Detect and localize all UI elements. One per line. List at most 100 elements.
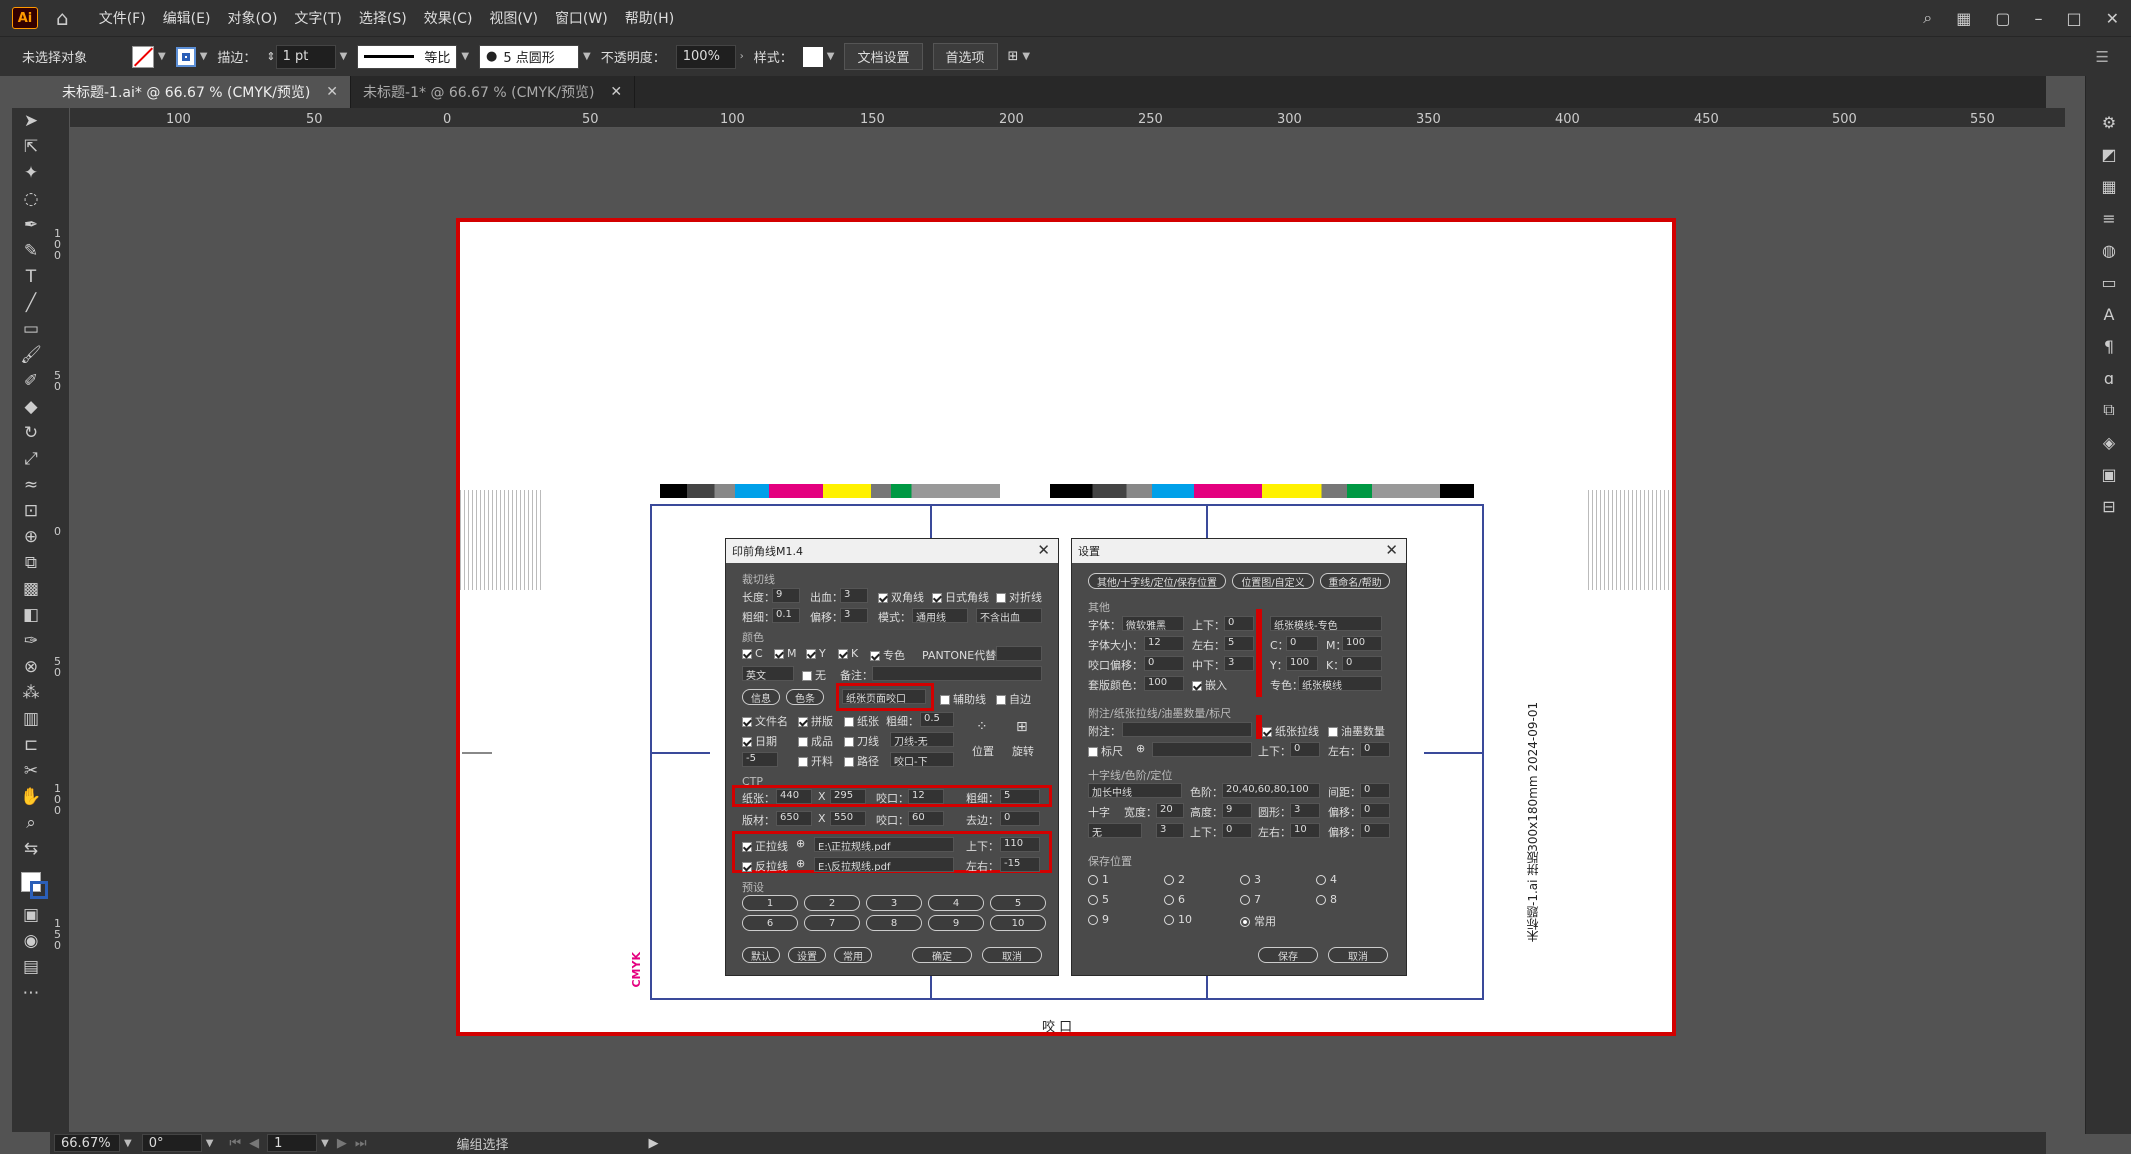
preset-button[interactable]: 2	[804, 895, 860, 911]
swap-colors-icon[interactable]: ⇆	[12, 836, 50, 862]
paper-height-input[interactable]: 295	[830, 789, 866, 804]
style-swatch[interactable]	[802, 46, 823, 67]
preset-button[interactable]: 5	[990, 895, 1046, 911]
thickness-input[interactable]: 0.1	[772, 608, 800, 623]
artboard-tool-icon[interactable]: ⊏	[12, 732, 50, 758]
pantone-input[interactable]	[996, 646, 1042, 661]
preset-button[interactable]: 3	[866, 895, 922, 911]
plate-height-input[interactable]: 550	[830, 811, 866, 826]
close-icon[interactable]: ✕	[2106, 9, 2119, 28]
next-page-icon[interactable]: ▶	[337, 1136, 347, 1151]
properties-icon[interactable]: ⚙	[2086, 106, 2131, 138]
free-transform-icon[interactable]: ⊡	[12, 498, 50, 524]
character-icon[interactable]: A	[2086, 298, 2131, 330]
width-input[interactable]: 20	[1156, 803, 1184, 818]
add-icon[interactable]: ⊕	[796, 837, 805, 850]
selection-tool-icon[interactable]: ➤	[12, 108, 50, 134]
menu-select[interactable]: 选择(S)	[359, 8, 407, 28]
opacity-input[interactable]: 100%	[675, 44, 736, 69]
embed-checkbox[interactable]: 嵌入	[1192, 677, 1227, 693]
ruler-checkbox[interactable]: 标尺	[1088, 743, 1123, 759]
m-input[interactable]: 100	[1342, 636, 1382, 651]
height-input[interactable]: 9	[1222, 803, 1252, 818]
direct-selection-tool-icon[interactable]: ⇱	[12, 134, 50, 160]
scale-tool-icon[interactable]: ⤢	[12, 446, 50, 472]
registration-color-input[interactable]: 100	[1144, 676, 1184, 691]
negative-pull-path-input[interactable]: E:\反拉规线.pdf	[814, 857, 954, 872]
hand-tool-icon[interactable]: ✋	[12, 784, 50, 810]
bite-position-select[interactable]: 咬口-下	[890, 752, 954, 767]
thickness-input[interactable]: 5	[1000, 789, 1040, 804]
menu-view[interactable]: 视图(V)	[489, 8, 538, 28]
chevron-down-icon[interactable]: ▼	[827, 51, 835, 62]
save-button[interactable]: 保存	[1258, 947, 1318, 963]
warp-tool-icon[interactable]: ≈	[12, 472, 50, 498]
libraries-icon[interactable]: ◩	[2086, 138, 2131, 170]
mode-select[interactable]: 通用线	[912, 608, 968, 623]
bite-offset-input[interactable]: 0	[1144, 656, 1184, 671]
line-tool-icon[interactable]: ╱	[12, 290, 50, 316]
menu-file[interactable]: 文件(F)	[99, 8, 146, 28]
chevron-right-icon[interactable]: ▶	[649, 1136, 659, 1151]
filename-checkbox[interactable]: 文件名	[742, 713, 788, 729]
shape-builder-icon[interactable]: ⊕	[12, 524, 50, 550]
save-slot-radio[interactable]: 5	[1088, 893, 1109, 906]
levels-input[interactable]: 20,40,60,80,100	[1222, 783, 1320, 798]
left-right-input[interactable]: 0	[1360, 742, 1390, 757]
menu-help[interactable]: 帮助(H)	[625, 8, 674, 28]
save-slot-radio[interactable]: 10	[1164, 913, 1192, 926]
image-trace-icon[interactable]: ▣	[2086, 458, 2131, 490]
bleed-input[interactable]: 3	[840, 588, 868, 603]
up-down-input[interactable]: 0	[1290, 742, 1320, 757]
arrange-icon[interactable]: ⊞ ▼	[1008, 49, 1031, 64]
note-input[interactable]	[1122, 722, 1252, 737]
search-icon[interactable]: ⌕	[1923, 8, 1932, 28]
preset-button[interactable]: 6	[742, 915, 798, 931]
language-select[interactable]: 英文	[742, 666, 794, 681]
slice-tool-icon[interactable]: ✂	[12, 758, 50, 784]
chevron-down-icon[interactable]: ▼	[124, 1138, 132, 1149]
y-input[interactable]: 100	[1286, 656, 1318, 671]
rotate-icon[interactable]: ⊞	[1016, 719, 1028, 735]
draw-mode-icon[interactable]: ◉	[12, 928, 50, 954]
close-icon[interactable]: ✕	[610, 84, 622, 100]
lasso-icon[interactable]: ◌	[12, 186, 50, 212]
appearance-icon[interactable]: ◍	[2086, 234, 2131, 266]
positive-pull-checkbox[interactable]: 正拉线	[742, 838, 788, 854]
perspective-grid-icon[interactable]: ⧉	[12, 550, 50, 576]
tab-rename-help[interactable]: 重命名/帮助	[1320, 573, 1390, 589]
note-input[interactable]	[872, 666, 1042, 681]
stroke-swatch[interactable]	[175, 46, 196, 67]
rotate-view-input[interactable]: 0°	[141, 1134, 202, 1152]
glyphs-icon[interactable]: ɑ	[2086, 362, 2131, 394]
magic-wand-icon[interactable]: ✦	[12, 160, 50, 186]
ink-count-checkbox[interactable]: 油墨数量	[1328, 723, 1385, 739]
offset-input[interactable]: 0	[1360, 803, 1390, 818]
chevron-right-icon[interactable]: ›	[740, 51, 744, 62]
tab-document-1[interactable]: 未标题-1.ai* @ 66.67 % (CMYK/预览) ✕	[50, 76, 352, 108]
type-tool-icon[interactable]: T	[12, 264, 50, 290]
cancel-button[interactable]: 取消	[1328, 947, 1388, 963]
save-slot-radio[interactable]: 4	[1316, 873, 1337, 886]
cancel-button[interactable]: 取消	[982, 947, 1042, 963]
common-button[interactable]: 常用	[834, 947, 872, 963]
menu-window[interactable]: 窗口(W)	[555, 8, 608, 28]
add-icon[interactable]: ⊕	[1136, 742, 1145, 755]
magenta-checkbox[interactable]: M	[774, 647, 797, 660]
knife-checkbox[interactable]: 刀线	[844, 733, 879, 749]
save-slot-radio[interactable]: 6	[1164, 893, 1185, 906]
artboard[interactable]: 未标题-1.ai 拼版300x180mm 2024-09-01 咬 口 CMYK	[456, 218, 1676, 1036]
c-input[interactable]: 0	[1286, 636, 1318, 651]
save-slot-radio[interactable]: 2	[1164, 873, 1185, 886]
preset-button[interactable]: 7	[804, 915, 860, 931]
screen-mode-icon[interactable]: ▤	[12, 954, 50, 980]
save-slot-radio[interactable]: 3	[1240, 873, 1261, 886]
color-bar-button[interactable]: 色条	[786, 689, 824, 705]
menu-effect[interactable]: 效果(C)	[424, 8, 473, 28]
zoom-input[interactable]: 66.67%	[54, 1134, 120, 1152]
close-icon[interactable]: ✕	[326, 84, 338, 100]
preferences-button[interactable]: 首选项	[932, 43, 998, 70]
plate-width-input[interactable]: 650	[776, 811, 812, 826]
offset-input[interactable]: 0	[1360, 823, 1390, 838]
cyan-checkbox[interactable]: C	[742, 647, 763, 660]
